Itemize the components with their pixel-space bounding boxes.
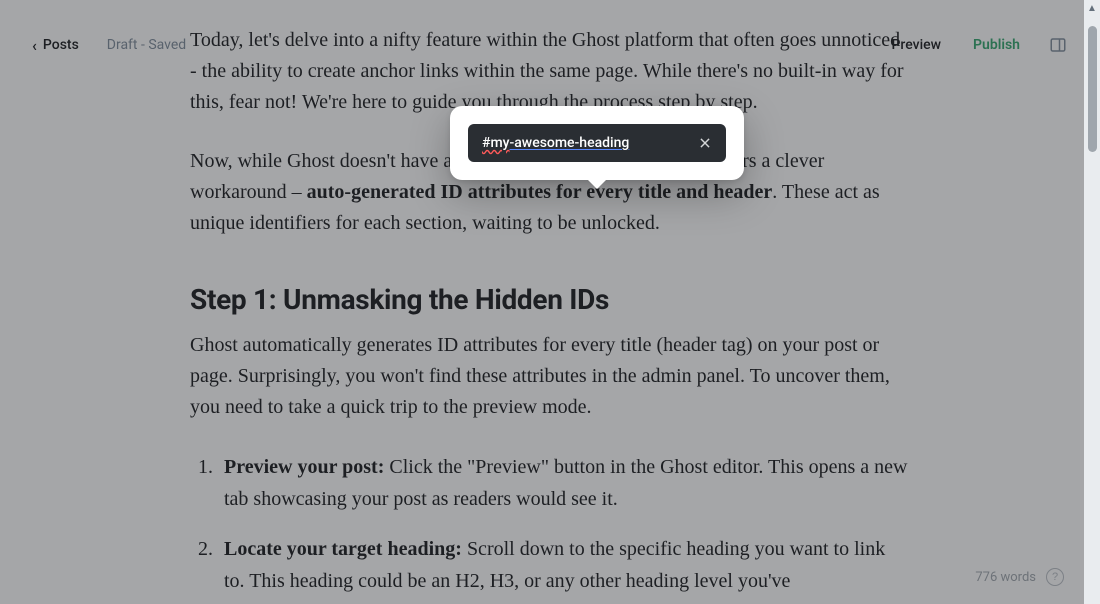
modal-backdrop[interactable] <box>0 0 1100 604</box>
clear-link-button[interactable] <box>688 136 712 150</box>
scroll-up-arrow[interactable]: ▲ <box>1084 2 1100 16</box>
link-url-text: #my-awesome-heading <box>482 135 688 151</box>
link-url-input[interactable]: #my-awesome-heading <box>468 124 726 162</box>
scrollbar[interactable]: ▲ <box>1084 0 1100 604</box>
scroll-thumb[interactable] <box>1088 26 1097 152</box>
link-url-popover: #my-awesome-heading <box>450 106 744 180</box>
close-icon <box>698 136 712 150</box>
